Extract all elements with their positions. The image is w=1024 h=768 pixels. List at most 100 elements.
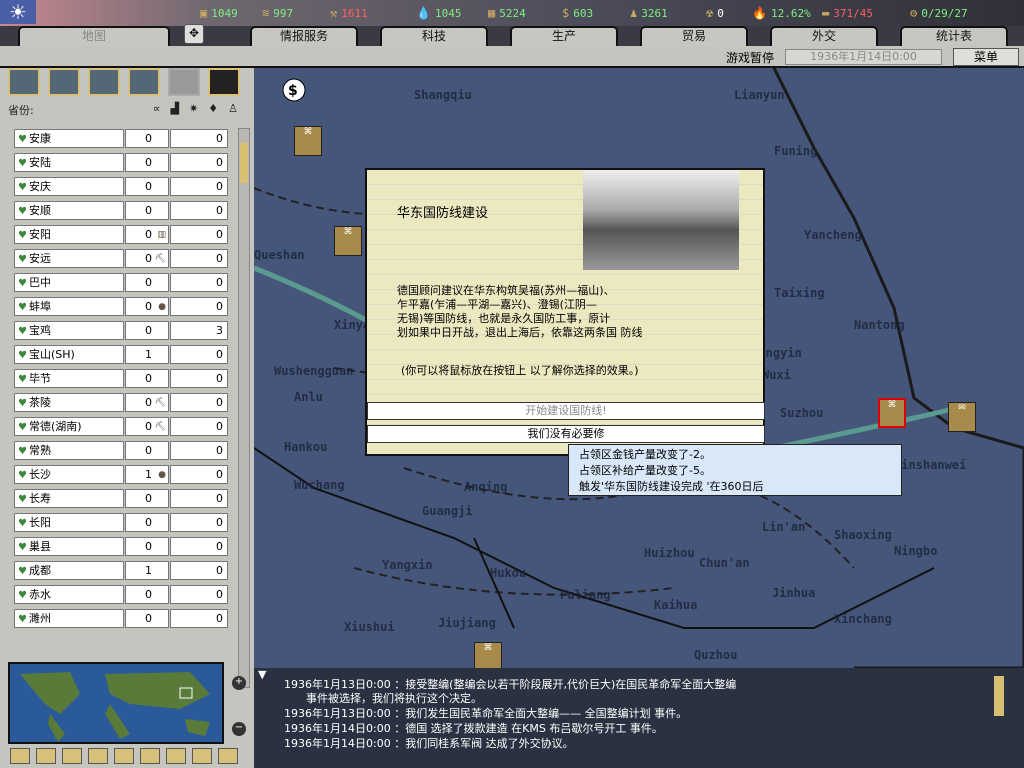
move-icon[interactable]: ✥ — [184, 24, 204, 44]
scroll-thumb[interactable] — [240, 143, 248, 183]
map-label[interactable]: Wuchang — [294, 478, 345, 492]
map-label[interactable]: Yancheng — [804, 228, 862, 242]
province-name[interactable]: 安顺 — [14, 200, 124, 220]
province-row[interactable]: 成都 1 0 — [14, 558, 228, 582]
resource-metal[interactable]: ≋ 997 — [262, 6, 293, 20]
province-name[interactable]: 长阳 — [14, 512, 124, 532]
map-mode-terrain-icon[interactable] — [8, 68, 40, 96]
resource-transport[interactable]: ▬ 371/45 — [822, 6, 873, 20]
log-scrollbar[interactable] — [994, 676, 1004, 716]
tab-intelligence[interactable]: 情报服务 — [250, 26, 358, 46]
zoom-out-button[interactable]: − — [232, 722, 246, 736]
province-name[interactable]: 赤水 — [14, 584, 124, 604]
option-build-defense-button[interactable]: 开始建设国防线! — [367, 402, 765, 420]
map-label[interactable]: Shangqiu — [414, 88, 472, 102]
map-label[interactable]: Quzhou — [694, 648, 737, 662]
resource-convoy[interactable]: ⚙ 0/29/27 — [910, 6, 968, 20]
resource-manpower[interactable]: ♟ 3261 — [630, 6, 668, 20]
map-label[interactable]: Yangxin — [382, 558, 433, 572]
province-name[interactable]: 毕节 — [14, 368, 124, 388]
province-row[interactable]: 濉州 0 0 — [14, 606, 228, 630]
province-name[interactable]: 成都 — [14, 560, 124, 580]
filter-icon[interactable] — [88, 748, 108, 764]
tab-trade[interactable]: 贸易 — [640, 26, 748, 46]
resource-rare-materials[interactable]: ⚒ 1611 — [330, 6, 368, 20]
collapse-log-icon[interactable]: ▼ — [258, 668, 266, 681]
province-row[interactable]: 巴中 0 0 — [14, 270, 228, 294]
filter-icon[interactable] — [166, 748, 186, 764]
map-label[interactable]: Nantong — [854, 318, 905, 332]
naval-units-icon[interactable] — [128, 68, 160, 96]
map-label[interactable]: Ningbo — [894, 544, 937, 558]
province-row[interactable]: 安远0⛏0 — [14, 246, 228, 270]
unit-counter[interactable]: ⌘ — [334, 226, 362, 256]
province-name[interactable]: 常熟 — [14, 440, 124, 460]
province-row[interactable]: 常德(湖南)0⛏0 — [14, 414, 228, 438]
air-units-icon[interactable] — [88, 68, 120, 96]
province-row[interactable]: 安庆 0 0 — [14, 174, 228, 198]
province-name[interactable]: 茶陵 — [14, 392, 124, 412]
province-list-icon[interactable] — [208, 68, 240, 96]
filter-icon[interactable] — [218, 748, 238, 764]
resource-energy[interactable]: ▣ 1049 — [200, 6, 238, 20]
resource-money[interactable]: $603 — [562, 6, 593, 20]
nation-flag[interactable]: ☀ — [0, 0, 36, 24]
province-name[interactable]: 安阳 — [14, 224, 124, 244]
province-name[interactable]: 常德(湖南) — [14, 416, 124, 436]
tab-diplomacy[interactable]: 外交 — [770, 26, 878, 46]
province-name[interactable]: 巴中 — [14, 272, 124, 292]
province-name[interactable]: 蚌埠 — [14, 296, 124, 316]
province-row[interactable]: 蚌埠0●0 — [14, 294, 228, 318]
minimap[interactable] — [8, 662, 224, 744]
province-row[interactable]: 安阳0▥0 — [14, 222, 228, 246]
filter-icon[interactable] — [192, 748, 212, 764]
leaders-icon[interactable] — [168, 68, 200, 96]
map-label[interactable]: Fuliang — [560, 588, 611, 602]
map-label[interactable]: Lin'an — [762, 520, 805, 534]
map-label[interactable]: Jinshanwei — [894, 458, 966, 472]
province-scrollbar[interactable] — [238, 128, 250, 688]
map-label[interactable]: Xiushui — [344, 620, 395, 634]
map-label[interactable]: Shaoxing — [834, 528, 892, 542]
map-label[interactable]: Guangji — [422, 504, 473, 518]
province-row[interactable]: 长寿 0 0 — [14, 486, 228, 510]
tab-production[interactable]: 生产 — [510, 26, 618, 46]
unit-counter[interactable]: ✉ — [948, 402, 976, 432]
province-name[interactable]: 长寿 — [14, 488, 124, 508]
province-name[interactable]: 巢县 — [14, 536, 124, 556]
province-row[interactable]: 宝鸡 0 3 — [14, 318, 228, 342]
tab-statistics[interactable]: 统计表 — [900, 26, 1008, 46]
map-label[interactable]: Hankou — [284, 440, 327, 454]
map-label[interactable]: Jiujiang — [438, 616, 496, 630]
filter-icon[interactable] — [36, 748, 56, 764]
province-row[interactable]: 巢县 0 0 — [14, 534, 228, 558]
resource-dissent[interactable]: 🔥 12.62% — [752, 6, 811, 20]
province-name[interactable]: 长沙 — [14, 464, 124, 484]
map-label[interactable]: Suzhou — [780, 406, 823, 420]
unit-counter[interactable]: ⌘ — [294, 126, 322, 156]
province-row[interactable]: 安顺 0 0 — [14, 198, 228, 222]
map-label[interactable]: Wushengguan — [274, 364, 353, 378]
zoom-in-button[interactable]: + — [232, 676, 246, 690]
map-label[interactable]: Xinchang — [834, 612, 892, 626]
province-name[interactable]: 安远 — [14, 248, 124, 268]
province-name[interactable]: 宝鸡 — [14, 320, 124, 340]
resource-nuclear[interactable]: ☢ 0 — [706, 6, 724, 20]
unit-counter[interactable]: ⌘ — [474, 642, 502, 668]
land-units-icon[interactable] — [48, 68, 80, 96]
province-row[interactable]: 常熟 0 0 — [14, 438, 228, 462]
map-label[interactable]: Taixing — [774, 286, 825, 300]
map-label[interactable]: Hukou — [490, 566, 526, 580]
tab-technology[interactable]: 科技 — [380, 26, 488, 46]
option-decline-button[interactable]: 我们没有必要修 — [367, 425, 765, 443]
map-label[interactable]: Lianyun — [734, 88, 785, 102]
province-row[interactable]: 赤水 0 0 — [14, 582, 228, 606]
map-label[interactable]: Anlu — [294, 390, 323, 404]
province-row[interactable]: 茶陵0⛏0 — [14, 390, 228, 414]
province-row[interactable]: 长阳 0 0 — [14, 510, 228, 534]
province-name[interactable]: 安陆 — [14, 152, 124, 172]
filter-icon[interactable] — [140, 748, 160, 764]
filter-icon[interactable] — [10, 748, 30, 764]
province-name[interactable]: 濉州 — [14, 608, 124, 628]
menu-button[interactable]: 菜单 — [953, 48, 1019, 66]
